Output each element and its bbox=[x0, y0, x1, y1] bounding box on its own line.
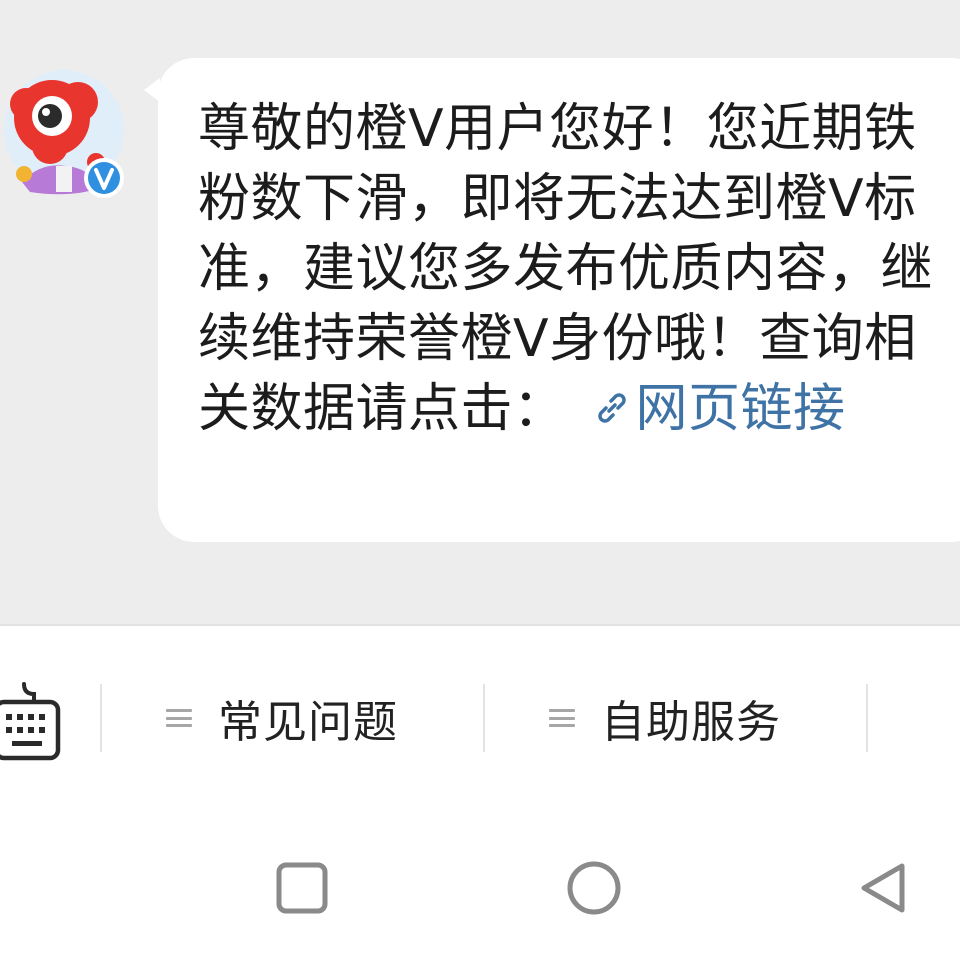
recents-button[interactable] bbox=[270, 856, 334, 920]
faq-menu-label: 常见问题 bbox=[218, 697, 398, 748]
message-text: 尊敬的橙V用户您好！您近期铁粉数下滑，即将无法达到橙V标准，建议您多发布优质内容… bbox=[198, 94, 960, 446]
back-button[interactable] bbox=[852, 856, 916, 920]
link-icon bbox=[592, 376, 632, 446]
mascot-avatar-icon bbox=[4, 70, 124, 198]
square-icon bbox=[276, 862, 328, 914]
toolbar-divider bbox=[100, 684, 102, 752]
chat-area: 尊敬的橙V用户您好！您近期铁粉数下滑，即将无法达到橙V标准，建议您多发布优质内容… bbox=[0, 0, 960, 624]
circle-icon bbox=[567, 861, 621, 915]
home-button[interactable] bbox=[562, 856, 626, 920]
toolbar-divider bbox=[866, 684, 868, 752]
menu-lines-icon bbox=[166, 709, 192, 727]
web-link-label: 网页链接 bbox=[635, 379, 846, 439]
toolbar-divider bbox=[483, 684, 485, 752]
menu-lines-icon bbox=[549, 709, 575, 727]
faq-menu-button[interactable]: 常见问题 bbox=[166, 680, 398, 756]
keyboard-icon bbox=[0, 682, 61, 761]
system-navigation-bar bbox=[0, 820, 960, 960]
web-link[interactable]: 网页链接 bbox=[566, 379, 846, 439]
message-bubble: 尊敬的橙V用户您好！您近期铁粉数下滑，即将无法达到橙V标准，建议您多发布优质内容… bbox=[158, 58, 960, 542]
self-service-menu-label: 自助服务 bbox=[601, 697, 781, 748]
triangle-back-icon bbox=[861, 863, 905, 913]
self-service-menu-button[interactable]: 自助服务 bbox=[549, 680, 781, 756]
bottom-toolbar: 常见问题 自助服务 bbox=[0, 624, 960, 822]
keyboard-toggle-button[interactable] bbox=[0, 680, 64, 764]
sender-avatar[interactable] bbox=[0, 62, 128, 200]
